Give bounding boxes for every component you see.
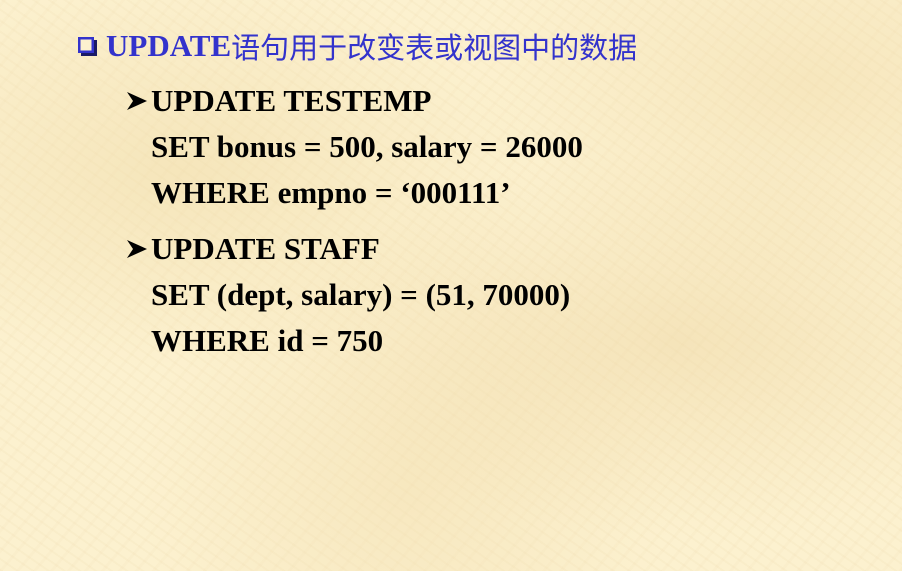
example-2-set-clause: SET (dept, salary) = (51, 70000): [151, 277, 571, 312]
hollow-square-icon: [78, 36, 97, 56]
example-1-set-clause: SET bonus = 500, salary = 26000: [151, 129, 583, 164]
example-2-update-clause: UPDATE STAFF: [151, 231, 380, 266]
slide: UPDATE 语句用于改变表或视图中的数据 UPDATE TESTEMP SET …: [0, 0, 902, 571]
example-1-line-1: UPDATE TESTEMP: [124, 78, 583, 124]
heading-keyword: UPDATE: [106, 28, 232, 63]
example-update-staff: UPDATE STAFF SET (dept, salary) = (51, 7…: [124, 226, 570, 364]
arrowhead-icon: [124, 238, 150, 260]
slide-heading: UPDATE 语句用于改变表或视图中的数据: [78, 26, 637, 66]
example-2-line-1: UPDATE STAFF: [124, 226, 570, 272]
example-update-testemp: UPDATE TESTEMP SET bonus = 500, salary =…: [124, 78, 583, 216]
example-2-where-clause: WHERE id = 750: [151, 323, 384, 358]
heading-description: 语句用于改变表或视图中的数据: [231, 31, 638, 65]
arrowhead-icon: [124, 90, 150, 112]
example-1-where-clause: WHERE empno = ‘000111’: [151, 175, 511, 210]
example-1-update-clause: UPDATE TESTEMP: [151, 83, 432, 118]
